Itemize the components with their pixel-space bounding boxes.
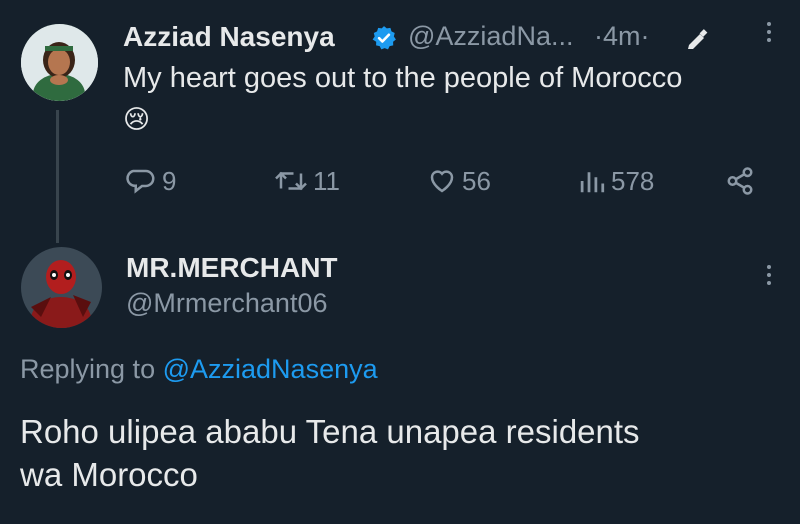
share-icon [727,167,753,195]
avatar[interactable] [21,247,102,328]
thread-line [56,110,59,243]
reply-icon [126,169,155,194]
share-button[interactable] [724,165,756,197]
crying-emoji: 😢 [123,104,151,134]
like-button[interactable]: 56 [426,165,491,197]
views-button[interactable]: 578 [577,165,654,197]
deadpool-avatar-icon [21,247,102,328]
verified-badge-icon [372,26,396,50]
reply-text-line-1: Roho ulipea ababu Tena unapea residents [20,413,640,450]
more-options-icon[interactable] [764,22,774,42]
replying-prefix: Replying to [20,354,156,384]
retweet-icon [275,171,307,191]
avatar[interactable] [21,24,98,101]
tweet-text: My heart goes out to the people of Moroc… [123,62,683,94]
replying-to-link[interactable]: @AzziadNasenya [163,354,378,384]
author-handle[interactable]: @Mrmerchant06 [126,288,327,319]
edited-pencil-icon [688,29,708,49]
like-count: 56 [462,165,491,196]
author-handle[interactable]: @AzziadNa... [408,21,573,52]
reply-count: 9 [162,165,177,196]
replying-to-line: Replying to @AzziadNasenya [20,354,378,385]
retweet-count: 11 [313,165,340,196]
timestamp[interactable]: ·4m· [594,21,650,52]
views-count: 578 [611,165,655,196]
avatar-photo-icon [21,24,98,101]
author-name[interactable]: Azziad Nasenya [123,21,335,53]
more-options-icon[interactable] [764,265,774,285]
reply-text-line-2: wa Morocco [20,456,198,493]
reply-button[interactable]: 9 [126,165,176,197]
retweet-button[interactable]: 11 [273,165,340,197]
views-chart-icon [580,172,605,193]
author-name[interactable]: MR.MERCHANT [126,252,338,284]
heart-icon [430,170,454,193]
